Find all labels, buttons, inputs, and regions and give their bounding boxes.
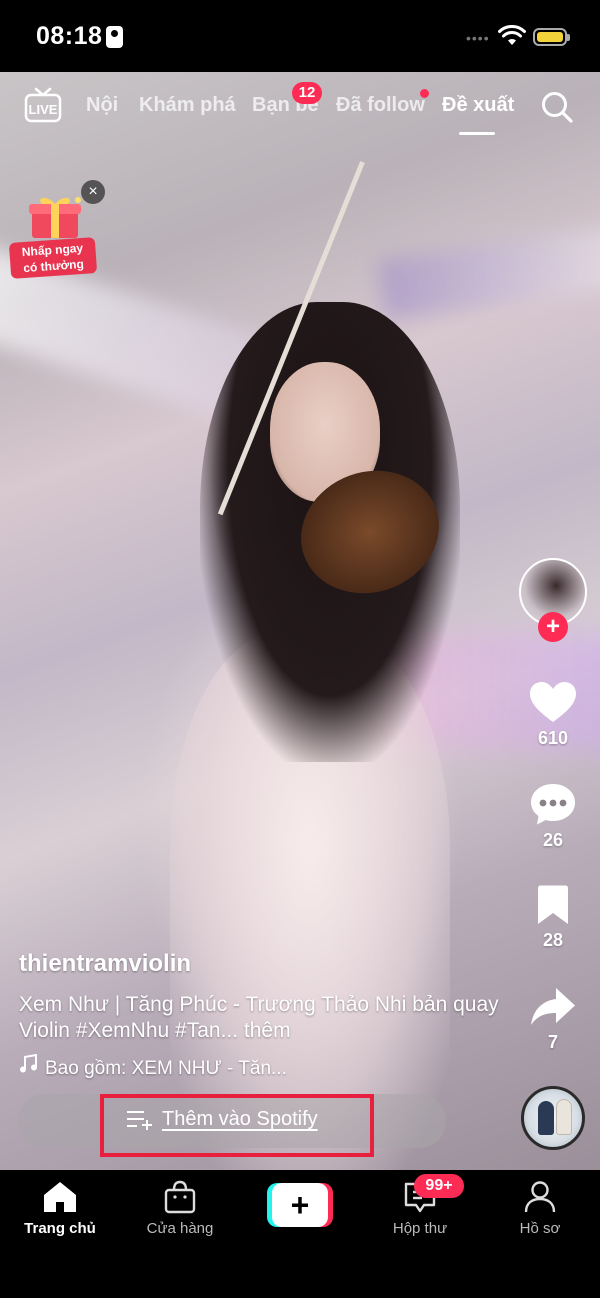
- bottom-nav: Trang chủ Cửa hàng + Hộp thư 99+ Hồ sơ: [0, 1170, 600, 1298]
- save-count: 28: [542, 930, 564, 950]
- svg-text:LIVE: LIVE: [29, 102, 58, 117]
- share-count: 7: [547, 1032, 558, 1052]
- wifi-icon: [498, 25, 526, 45]
- music-note-icon: [20, 1054, 37, 1073]
- top-nav: LIVE Nội Khám phá Bạn bè 12 Đã follow Đề…: [0, 82, 600, 135]
- focus-user-icon: [106, 26, 123, 48]
- follow-button[interactable]: +: [538, 612, 568, 642]
- search-icon[interactable]: [540, 90, 574, 124]
- tab-local[interactable]: Nội: [86, 94, 118, 117]
- following-new-dot: [420, 89, 429, 98]
- share-arrow-icon: [531, 988, 575, 1025]
- comment-count: 26: [542, 830, 564, 850]
- comment-icon: [531, 784, 575, 825]
- reward-close-button[interactable]: ×: [81, 180, 105, 204]
- tab-explore[interactable]: Khám phá: [139, 94, 236, 117]
- comment-button[interactable]: 26: [517, 782, 589, 851]
- live-tv-icon[interactable]: LIVE: [24, 86, 62, 124]
- tab-following[interactable]: Đã follow: [336, 94, 425, 117]
- music-disc[interactable]: [521, 1086, 585, 1150]
- active-tab-indicator: [459, 132, 495, 135]
- save-button[interactable]: 28: [517, 884, 589, 951]
- see-more-link[interactable]: thêm: [238, 1019, 291, 1042]
- friends-count-badge: 12: [292, 82, 322, 104]
- nav-shop[interactable]: Cửa hàng: [120, 1180, 240, 1237]
- sound-row[interactable]: Bao gồm: XEM NHƯ - Tăn...: [19, 1054, 287, 1080]
- video-description: Xem Như | Tăng Phúc - Trương Thảo Nhi bả…: [19, 993, 499, 1042]
- share-button[interactable]: 7: [517, 986, 589, 1053]
- like-button[interactable]: 610: [517, 680, 589, 749]
- create-plus-icon: +: [272, 1183, 328, 1227]
- battery-icon: [533, 28, 570, 46]
- gift-icon: [29, 197, 81, 238]
- inbox-count-badge: 99+: [414, 1174, 464, 1198]
- video-caption: thientramviolin Xem Như | Tăng Phúc - Tr…: [19, 950, 499, 1079]
- profile-icon: [524, 1181, 556, 1213]
- heart-icon: [530, 682, 576, 722]
- tab-for-you[interactable]: Đề xuất: [442, 94, 514, 117]
- status-time: 08:18: [36, 22, 103, 50]
- create-button[interactable]: +: [267, 1183, 333, 1227]
- username[interactable]: thientramviolin: [19, 950, 499, 978]
- signal-dots-icon: ••••: [466, 30, 490, 46]
- bookmark-icon: [538, 885, 568, 924]
- spotify-highlight-box: [100, 1094, 374, 1157]
- nav-home[interactable]: Trang chủ: [0, 1180, 120, 1237]
- reward-label[interactable]: Nhấp ngay có thưởng: [8, 237, 98, 279]
- sound-label: Bao gồm: XEM NHƯ - Tăn...: [45, 1058, 287, 1079]
- shop-bag-icon: [164, 1180, 196, 1214]
- nav-profile[interactable]: Hồ sơ: [480, 1180, 600, 1237]
- like-count: 610: [537, 728, 569, 748]
- status-bar: 08:18 ••••: [0, 0, 600, 72]
- home-icon: [44, 1182, 76, 1212]
